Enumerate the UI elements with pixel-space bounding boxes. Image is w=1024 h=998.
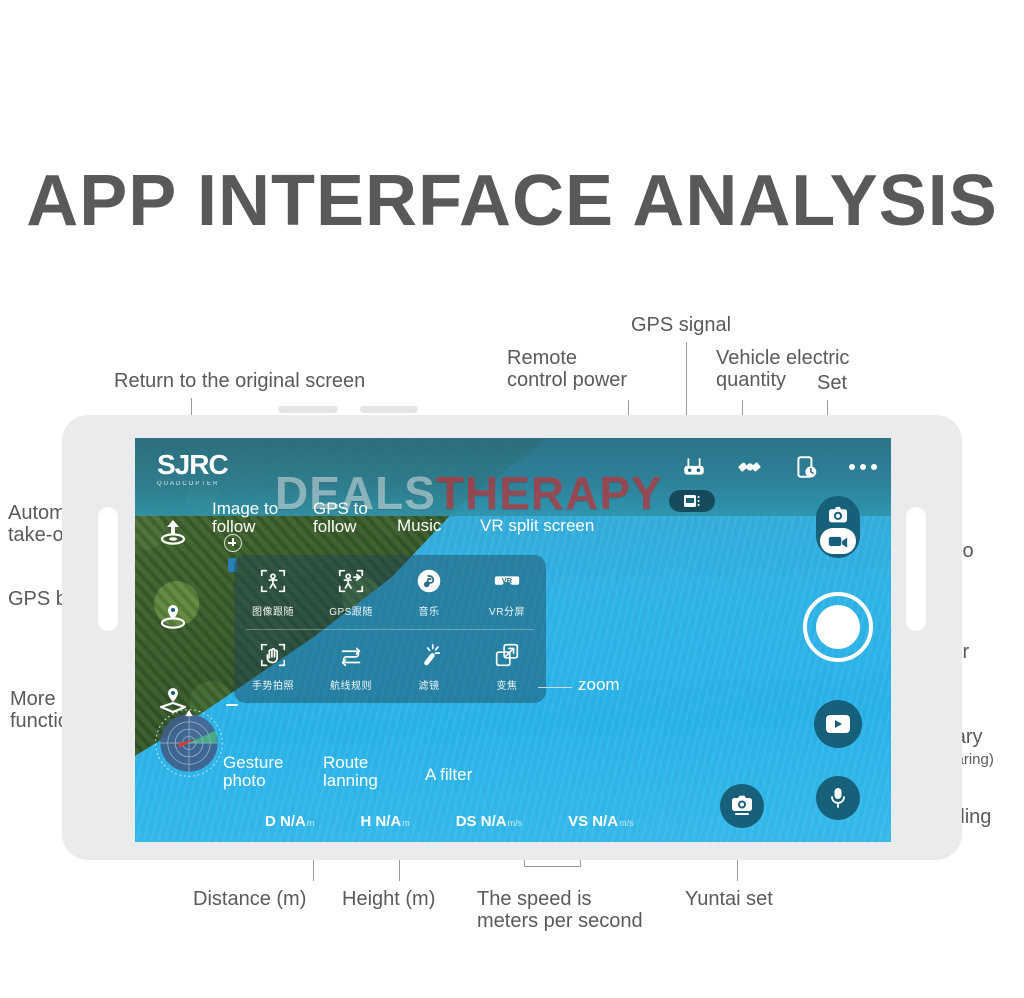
leader-zoom [538,687,572,688]
annotation-distance: Distance (m) [193,888,307,910]
microphone-icon [831,788,845,808]
menu-item-music[interactable]: 音乐 [390,555,468,629]
overlay-label-zoom: zoom [578,675,620,694]
video-mode-option[interactable] [820,528,856,554]
annotation-set: Set [817,372,848,394]
vr-icon: VR [494,576,520,585]
menu-item-zoom[interactable]: 变焦 [468,629,546,703]
telemetry-ds: DS N/Am/s [456,813,522,830]
menu-item-image-follow[interactable]: 图像跟随 [234,555,312,629]
zoom-out-icon[interactable] [226,704,238,706]
menu-label-cn: 滤镜 [418,681,440,692]
telemetry-value: N/A [375,813,402,830]
overlay-label-music: Music [397,516,442,535]
annotation-speed: The speed is meters per second [477,888,643,933]
logo-text: SJRC [157,449,229,480]
gps-return-icon[interactable] [157,600,189,632]
music-icon [417,569,441,593]
more-menu-icon[interactable] [849,464,877,470]
menu-item-gps-follow[interactable]: GPS跟随 [312,555,390,629]
annotation-yuntai-set: Yuntai set [685,888,773,910]
menu-label-cn: 音乐 [418,607,440,618]
gimbal-set-button[interactable] [720,784,764,828]
menu-label-cn: 手势拍照 [252,681,294,692]
svg-text:VR: VR [502,576,513,585]
tablet-speaker-a [278,406,338,413]
photo-video-toggle[interactable] [816,496,860,558]
telemetry-key: VS [568,813,589,830]
logo-subtext: QUADCOPTER [157,481,220,487]
sjrc-logo: SJRC QUADCOPTER [157,449,229,488]
sd-card-icon [684,495,700,507]
telemetry-distance: D N/Am [265,813,314,830]
page-title: APP INTERFACE ANALYSIS [26,161,998,241]
video-camera-icon [828,536,848,548]
tablet-grip-left [98,507,118,631]
auto-takeoff-icon[interactable] [157,516,189,548]
gps-follow-icon [338,569,364,593]
annotation-gps-signal: GPS signal [631,314,732,336]
tablet-device: DEALSTHERAPY SJRC QUADCOPTER 图像跟随 GPS跟随 … [62,406,962,860]
telemetry-vs: VS N/Am/s [568,813,634,830]
satellite-icon[interactable] [737,454,763,480]
filter-icon [424,643,441,666]
overlay-label-vr-split: VR split screen [480,516,595,535]
telemetry-unit: m/s [507,818,523,828]
telemetry-value: N/A [592,813,619,830]
menu-label-cn: 图像跟随 [252,607,294,618]
microphone-button[interactable] [816,776,860,820]
telemetry-unit: m [402,818,410,828]
zoom-icon [495,643,519,667]
radar-compass[interactable] [152,706,226,780]
app-screen: DEALSTHERAPY SJRC QUADCOPTER 图像跟随 GPS跟随 … [135,438,891,842]
battery-clock-icon[interactable] [793,454,819,480]
gimbal-camera-icon [732,795,752,815]
tablet-grip-right [906,507,926,631]
menu-label-cn: 变焦 [496,681,518,692]
annotation-height: Height (m) [342,888,436,910]
leader-speed-bracket [524,866,580,867]
function-menu-panel: 图像跟随 GPS跟随 音乐 VR VR分屏 手势拍照 航线规则 滤镜 变焦 [234,555,546,703]
annotation-return-original: Return to the original screen [114,370,366,392]
remote-controller-icon[interactable] [681,454,707,480]
overlay-label-gesture-photo: Gesture photo [223,753,284,790]
menu-item-filter[interactable]: 滤镜 [390,629,468,703]
menu-item-gesture-photo[interactable]: 手势拍照 [234,629,312,703]
app-right-controls [803,496,873,820]
overlay-label-gps-follow: GPS to follow [313,499,368,536]
annotation-remote-power: Remote control power [507,347,628,392]
telemetry-key: DS [455,813,477,830]
image-follow-icon [260,569,286,593]
telemetry-value: N/A [480,813,507,830]
shutter-button[interactable] [803,592,873,662]
gesture-photo-icon [260,643,286,667]
overlay-label-image-follow: Image to follow [212,499,279,536]
menu-item-route-planning[interactable]: 航线规则 [312,629,390,703]
telemetry-key: H [360,813,372,830]
telemetry-key: D [265,813,276,830]
telemetry-value: N/A [280,813,306,830]
overlay-label-a-filter: A filter [425,765,473,784]
zoom-in-icon[interactable] [224,534,242,552]
menu-label-cn: VR分屏 [489,607,525,618]
sd-card-indicator[interactable] [669,490,715,512]
telemetry-height: H N/Am [360,813,409,830]
telemetry-unit: m/s [619,818,634,828]
menu-label-cn: 航线规则 [330,681,372,692]
app-left-controls [157,516,189,716]
telemetry-unit: m [306,818,315,828]
camera-icon [829,506,847,523]
telemetry-bar: D N/Am H N/Am DS N/Am/s VS N/Am/s [265,813,634,830]
menu-item-vr-split[interactable]: VR VR分屏 [468,555,546,629]
overlay-label-route-planning: Route lanning [323,753,378,790]
watermark-part2: THERAPY [435,467,663,519]
route-plan-icon [341,647,361,667]
play-media-icon [826,715,850,733]
menu-label-cn: GPS跟随 [329,607,373,618]
photo-mode-option[interactable] [820,500,856,530]
app-status-bar [681,454,877,480]
tablet-speaker-b [360,406,418,413]
media-library-button[interactable] [814,700,862,748]
